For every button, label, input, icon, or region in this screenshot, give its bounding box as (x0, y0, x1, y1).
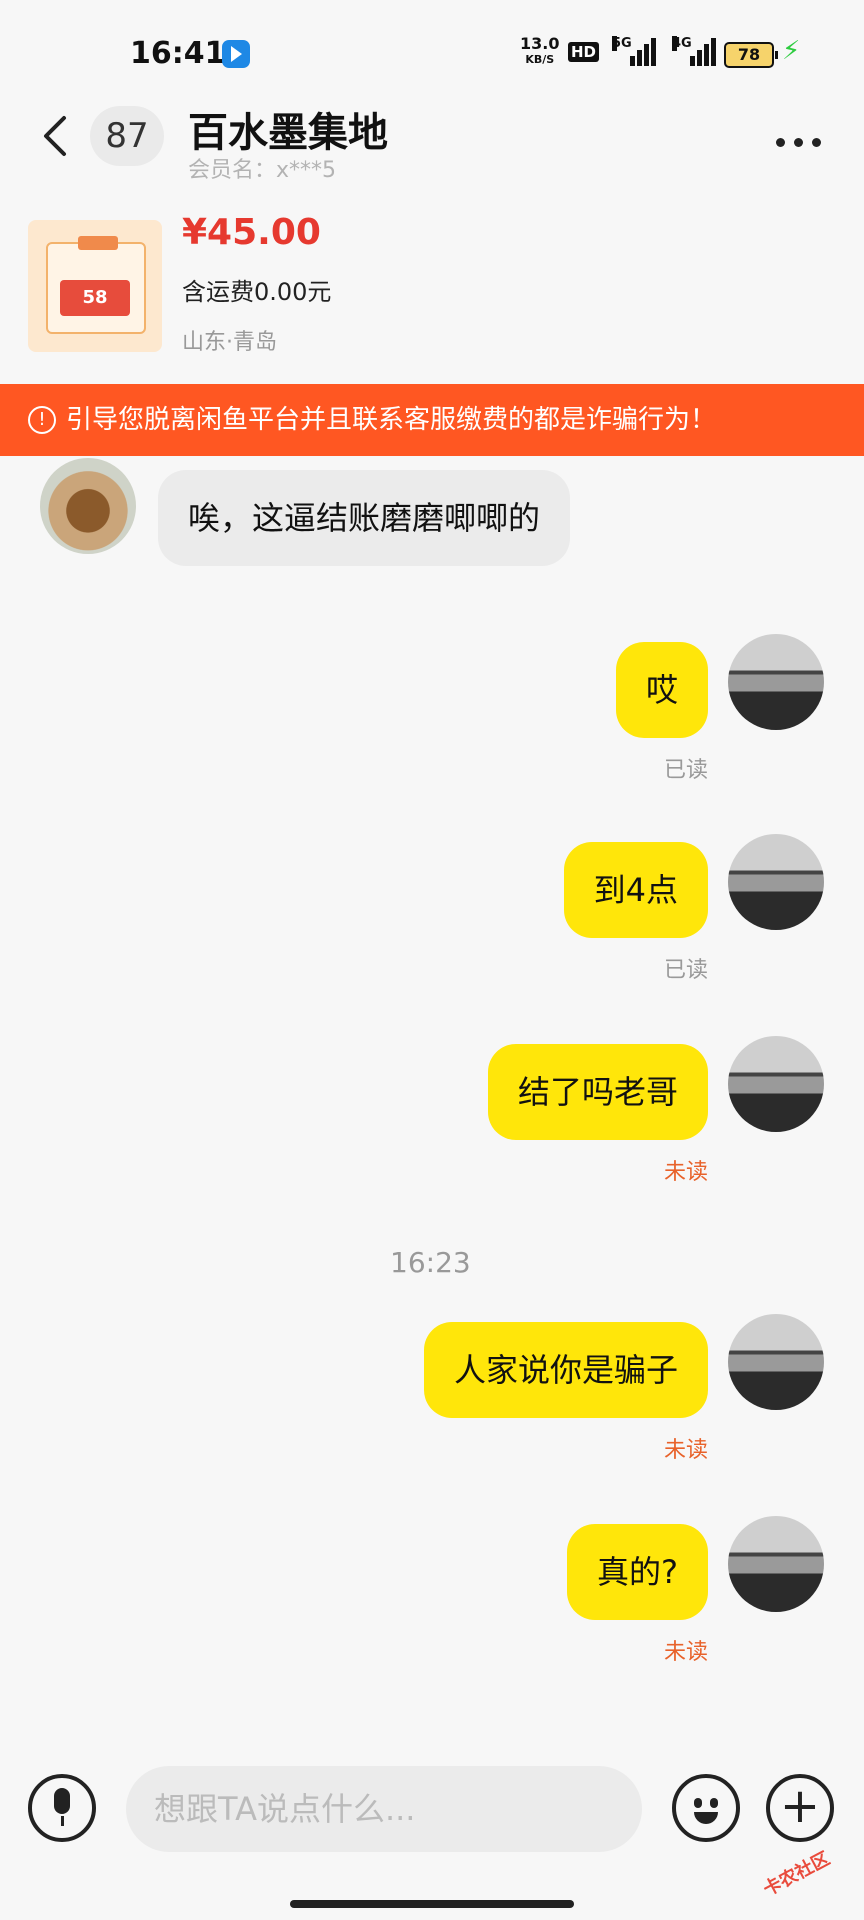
plus-icon[interactable]: + (766, 1774, 834, 1842)
fraud-warning-text: 引导您脱离闲鱼平台并且联系客服缴费的都是诈骗行为！ (66, 405, 717, 435)
my-avatar[interactable] (728, 634, 824, 730)
battery-icon: 78 (724, 42, 778, 68)
read-status: 已读 (663, 958, 708, 983)
back-arrow-icon[interactable] (40, 114, 70, 158)
my-avatar[interactable] (728, 1036, 824, 1132)
product-thumbnail[interactable]: 58 (28, 220, 162, 352)
message-bubble-sent[interactable]: 人家说你是骗子 (423, 1322, 708, 1418)
net-speed-value: 13.0 (520, 34, 560, 53)
my-avatar[interactable] (728, 1314, 824, 1410)
coupon-value: 58 (60, 280, 130, 316)
emoji-icon[interactable] (672, 1774, 740, 1842)
message-bubble-sent[interactable]: 结了吗老哥 (487, 1044, 708, 1140)
my-avatar[interactable] (728, 834, 824, 930)
unread-status: 未读 (663, 1160, 708, 1185)
watermark: 卡农社区 (759, 1848, 834, 1901)
voice-input-icon[interactable] (28, 1774, 96, 1842)
fraud-warning-banner: ! 引导您脱离闲鱼平台并且联系客服缴费的都是诈骗行为！ (0, 384, 864, 456)
shipping-fee: 含运费0.00元 (182, 278, 332, 306)
home-indicator[interactable] (290, 1900, 574, 1908)
message-bubble-sent[interactable]: 哎 (615, 642, 708, 738)
message-timestamp: 16:23 (390, 1246, 471, 1279)
net-speed-unit: KB/S (525, 53, 555, 66)
unread-count-badge[interactable]: 87 (90, 106, 164, 166)
member-name: 会员名：x***5 (188, 158, 337, 183)
message-bubble-sent[interactable]: 到4点 (563, 842, 708, 938)
contact-avatar[interactable] (40, 458, 136, 554)
hd-icon: HD (568, 42, 600, 62)
more-options-icon[interactable] (776, 132, 830, 151)
message-bubble-sent[interactable]: 真的? (567, 1524, 708, 1620)
charging-icon: ⚡ (782, 36, 801, 66)
read-status: 已读 (663, 758, 708, 783)
signal-5g-label: 5G (612, 36, 632, 51)
product-price: ¥45.00 (182, 212, 321, 253)
signal-4g-icon: 4G (672, 36, 722, 68)
signal-5g-icon: 5G (612, 36, 662, 68)
unread-status: 未读 (663, 1640, 708, 1665)
message-input[interactable]: 想跟TA说点什么... (126, 1766, 642, 1852)
product-location: 山东·青岛 (182, 330, 277, 355)
signal-4g-label: 4G (672, 36, 692, 51)
coupon-image: 58 (46, 236, 146, 334)
net-speed: 13.0 KB/S (520, 36, 559, 68)
message-input-placeholder: 想跟TA说点什么... (154, 1790, 416, 1828)
message-bubble-received[interactable]: 唉，这逼结账磨磨唧唧的 (158, 470, 571, 566)
status-bar: 16:41 13.0 KB/S HD 5G 4G 78 ⚡ (0, 0, 864, 110)
app-notification-icon (222, 40, 250, 68)
status-time: 16:41 (130, 36, 226, 71)
my-avatar[interactable] (728, 1516, 824, 1612)
info-icon: ! (28, 406, 56, 434)
chat-title[interactable]: 百水墨集地 (188, 100, 388, 158)
unread-status: 未读 (663, 1438, 708, 1463)
